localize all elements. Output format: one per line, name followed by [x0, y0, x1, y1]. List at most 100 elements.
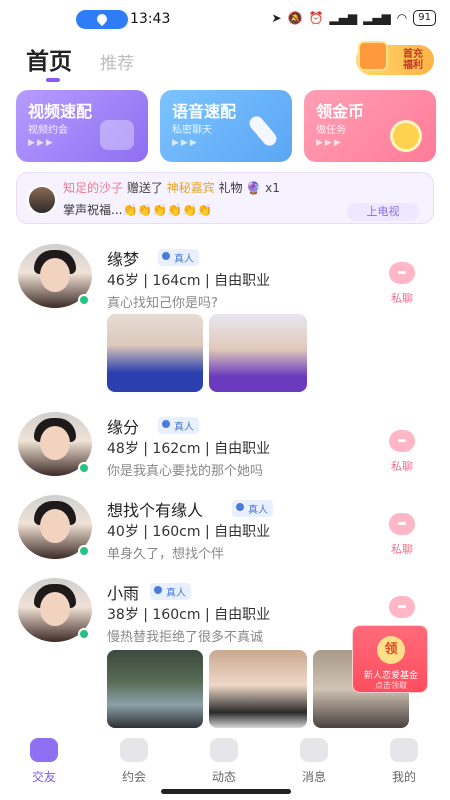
status-bar: 13:43 ➤ 🔕 ⏰ ▂▄▆ ▂▄▆ ◠ 91 [0, 0, 450, 36]
user-name: 缘分 [107, 418, 140, 437]
nav-item-profile[interactable]: 我的 [374, 738, 434, 785]
user-bio: 你是我真心要找的那个她吗 [107, 464, 264, 479]
envelope-subtitle: 点击领取 [375, 681, 407, 690]
user-meta: 48岁 | 162cm | 自由职业 [107, 441, 271, 457]
gift-count: x1 [265, 181, 280, 195]
chat-bubble-icon [389, 596, 415, 618]
home-indicator[interactable] [161, 789, 291, 794]
real-person-badge: 真人 [232, 500, 273, 517]
coin-icon [390, 120, 422, 152]
online-dot [78, 628, 90, 640]
user-photo[interactable] [209, 650, 307, 728]
chat-bubble-icon [389, 430, 415, 452]
video-camera-icon [100, 120, 134, 150]
person-icon [162, 420, 170, 428]
gift-word: 礼物 [218, 181, 243, 195]
receiver-name: 神秘嘉宾 [166, 181, 215, 195]
card-subtitle: 视频约会 [28, 125, 68, 136]
card-subtitle: 做任务 [316, 125, 346, 136]
tab-home[interactable]: 首页 [26, 42, 72, 82]
chat-bubble-icon [389, 262, 415, 284]
tv-label: 上电视 [366, 205, 400, 218]
sender-name: 知足的沙子 [63, 181, 124, 195]
tab-home-label: 首页 [26, 49, 72, 75]
first-charge-button[interactable]: 首充福利 [356, 41, 434, 75]
voice-match-card[interactable]: 语音速配 私密聊天 ▶▶▶ [160, 90, 292, 162]
chat-label: 私聊 [391, 543, 413, 556]
person-icon [154, 586, 162, 594]
nav-label: 我的 [391, 770, 416, 784]
user-name: 小雨 [107, 584, 140, 603]
gift-broadcast-banner[interactable]: 知足的沙子 赠送了 神秘嘉宾 礼物 🔮 x1 掌声祝福...👏👏👏👏👏👏 上电视 [16, 172, 434, 224]
user-name: 缘梦 [107, 250, 140, 269]
private-chat-button[interactable]: 私聊 [382, 430, 422, 474]
gift-item-icon: 🔮 [246, 181, 262, 195]
envelope-seal: 领 [377, 636, 405, 664]
user-photo[interactable] [107, 650, 203, 728]
real-person-badge: 真人 [158, 249, 199, 266]
real-person-badge: 真人 [158, 417, 199, 434]
status-icons: ➤ 🔕 ⏰ ▂▄▆ ▂▄▆ ◠ 91 [271, 10, 436, 26]
star-face-icon [210, 738, 238, 762]
nav-item-moments[interactable]: 动态 [194, 738, 254, 785]
user-name: 想找个有缘人 [107, 501, 204, 520]
private-chat-button[interactable]: 私聊 [382, 262, 422, 306]
nav-item-dating[interactable]: 约会 [104, 738, 164, 785]
user-meta: 38岁 | 160cm | 自由职业 [107, 607, 271, 623]
tab-active-indicator [46, 78, 60, 82]
feature-cards: 视频速配 视频约会 ▶▶▶ 语音速配 私密聊天 ▶▶▶ 领金币 做任务 ▶▶▶ [16, 90, 436, 162]
wifi-icon: ◠ [396, 11, 408, 25]
sender-avatar [27, 185, 57, 215]
signal-icon-2: ▂▄▆ [363, 11, 391, 25]
location-icon [76, 10, 128, 29]
earn-coins-card[interactable]: 领金币 做任务 ▶▶▶ [304, 90, 436, 162]
card-subtitle: 私密聊天 [172, 125, 212, 136]
person-icon [236, 503, 244, 511]
arrow-dots-icon: ▶▶▶ [172, 138, 199, 148]
gift-box-icon [358, 41, 388, 71]
user-bio: 真心找知己你是吗? [107, 296, 218, 311]
card-title: 语音速配 [172, 102, 237, 121]
status-time: 13:43 [130, 11, 171, 27]
newcomer-fund-envelope[interactable]: 领 新人恋爱基金 点击领取 [352, 625, 428, 693]
arrow-dots-icon: ▶▶▶ [316, 138, 343, 148]
first-charge-label: 首充福利 [403, 49, 423, 71]
online-dot [78, 545, 90, 557]
private-chat-button[interactable]: 私聊 [382, 513, 422, 557]
card-title: 视频速配 [28, 102, 93, 121]
video-match-card[interactable]: 视频速配 视频约会 ▶▶▶ [16, 90, 148, 162]
message-icon [300, 738, 328, 762]
gift-blessing: 掌声祝福...👏👏👏👏👏👏 [63, 203, 213, 217]
friends-icon [30, 738, 58, 762]
profile-icon [390, 738, 418, 762]
chat-bubble-icon [389, 513, 415, 535]
user-meta: 40岁 | 160cm | 自由职业 [107, 524, 271, 540]
online-dot [78, 294, 90, 306]
alarm-icon: ⏰ [308, 11, 324, 25]
navigation-icon: ➤ [271, 11, 282, 25]
mute-icon: 🔕 [287, 11, 303, 25]
gift-message-line: 知足的沙子 赠送了 神秘嘉宾 礼物 🔮 x1 [63, 179, 280, 196]
tab-recommend[interactable]: 推荐 [100, 49, 134, 76]
card-title: 领金币 [316, 102, 365, 121]
arrow-dots-icon: ▶▶▶ [28, 138, 55, 148]
nav-item-messages[interactable]: 消息 [284, 738, 344, 785]
chat-label: 私聊 [391, 460, 413, 473]
top-tabs: 首页 推荐 [26, 42, 134, 82]
nav-label: 动态 [211, 770, 236, 784]
user-photo[interactable] [209, 314, 307, 392]
heart-icon [120, 738, 148, 762]
microphone-icon [246, 113, 280, 149]
online-dot [78, 462, 90, 474]
gift-action: 赠送了 [126, 181, 163, 195]
on-tv-button[interactable]: 上电视 [347, 203, 419, 221]
chat-label: 私聊 [391, 292, 413, 305]
user-bio: 单身久了，想找个伴 [107, 547, 225, 562]
nav-item-friends[interactable]: 交友 [14, 738, 74, 785]
real-person-badge: 真人 [150, 583, 191, 600]
nav-label: 约会 [121, 770, 146, 784]
nav-label: 消息 [301, 770, 326, 784]
user-bio: 慢热替我拒绝了很多不真诚 [107, 630, 264, 645]
user-photo[interactable] [107, 314, 203, 392]
signal-icon: ▂▄▆ [329, 11, 358, 25]
